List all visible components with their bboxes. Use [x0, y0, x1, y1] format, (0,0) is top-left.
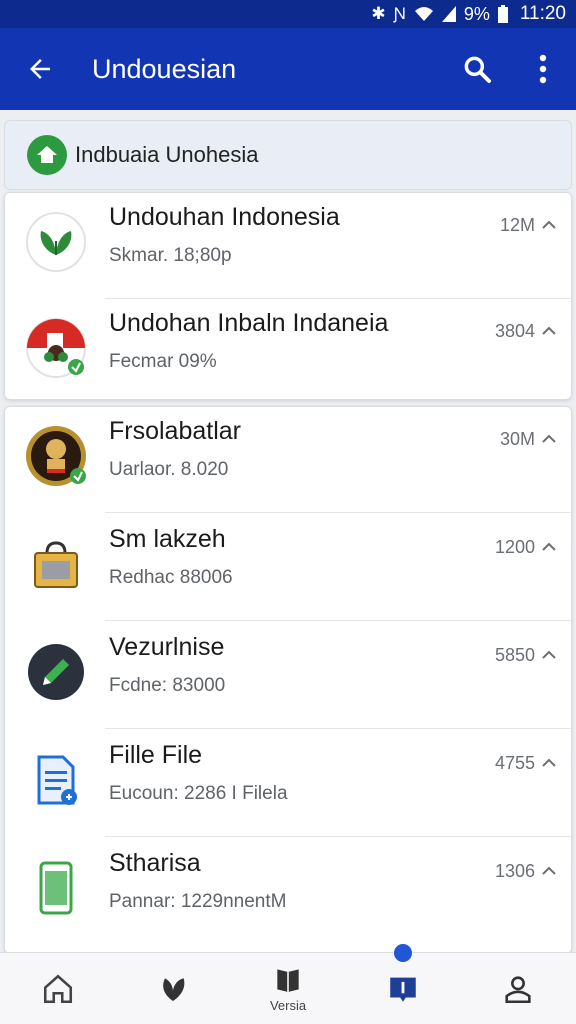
list-item[interactable]: Undouhan Indonesia Skmar. 18;80p 12M: [5, 193, 571, 299]
leaf-nav-icon: [162, 977, 185, 1001]
item-title: Vezurlnise: [109, 633, 225, 661]
arrow-left-icon: [30, 59, 50, 79]
page-title: Undouesian: [92, 53, 237, 84]
list-item[interactable]: Undohan Inbaln Indaneia Fecmar 09% 3804: [5, 299, 571, 405]
leaf-icon: [25, 211, 87, 273]
nav-home[interactable]: [0, 953, 115, 1024]
battery-percent: 9%: [463, 3, 490, 24]
more-options-button[interactable]: [510, 28, 576, 110]
bag-icon: [25, 533, 87, 595]
phone-icon: [25, 857, 87, 919]
garuda-icon: [25, 425, 87, 487]
item-subtitle: Uarlaor. 8.020: [109, 459, 229, 480]
chevron-up-icon[interactable]: [539, 429, 559, 449]
nav-leaf[interactable]: [115, 953, 230, 1024]
chevron-up-icon[interactable]: [539, 537, 559, 557]
banner-label: Indbuaia Unohesia: [75, 142, 259, 167]
list-item[interactable]: Vezurlnise Fcdne: 83000 5850: [5, 623, 571, 729]
search-icon: [464, 56, 491, 83]
item-title: Fille File: [109, 741, 203, 769]
item-size: 1200: [494, 537, 535, 557]
item-title: Undohan Inbaln Indaneia: [109, 309, 389, 337]
chevron-up-icon[interactable]: [539, 215, 559, 235]
chevron-up-icon[interactable]: [539, 753, 559, 773]
wifi-icon: [414, 7, 433, 21]
badge-icon: [390, 977, 416, 1002]
home-outline-icon: [43, 974, 72, 1003]
chevron-up-icon[interactable]: [539, 645, 559, 665]
item-subtitle: Pannar: 1229nnentM: [109, 891, 287, 912]
list-item[interactable]: Stharisa Pannar: 1229nnentM 1306: [5, 839, 571, 945]
chevron-up-icon[interactable]: [539, 861, 559, 881]
divider: [105, 836, 571, 837]
chevron-up-icon[interactable]: [539, 321, 559, 341]
item-title: Frsolabatlar: [109, 417, 241, 445]
item-subtitle: Fcdne: 83000: [109, 675, 226, 696]
search-button[interactable]: [444, 28, 510, 110]
item-subtitle: Eucoun: 2286 I Filela: [109, 783, 288, 804]
person-icon: [505, 975, 532, 1003]
list-item[interactable]: Sm lakzeh Redhac 88006 1200: [5, 515, 571, 621]
item-title: Undouhan Indonesia: [109, 203, 340, 231]
item-title: Stharisa: [109, 849, 201, 877]
nav-versia[interactable]: Versia: [230, 953, 345, 1024]
status-time: 11:20: [519, 3, 566, 24]
edit-icon: [25, 641, 87, 703]
item-size: 5850: [494, 645, 535, 665]
section-banner[interactable]: Indbuaia Unohesia: [4, 120, 572, 190]
divider: [105, 512, 571, 513]
item-subtitle: Fecmar 09%: [109, 351, 217, 372]
battery-icon: [497, 5, 508, 23]
back-button[interactable]: [0, 28, 80, 110]
nav-badge[interactable]: [346, 944, 461, 1024]
divider: [105, 728, 571, 729]
app-bar: Undouesian: [0, 28, 576, 110]
active-indicator-dot: [394, 944, 413, 962]
list-item[interactable]: Frsolabatlar Uarlaor. 8.020 30M: [5, 407, 571, 513]
bluetooth-icon: ✱: [371, 4, 386, 23]
more-vert-icon: [539, 54, 547, 84]
item-size: 30M: [499, 429, 535, 449]
divider: [105, 620, 571, 621]
item-size: 4755: [494, 753, 535, 773]
signal-icon: [441, 6, 456, 22]
item-subtitle: Skmar. 18;80p: [109, 245, 232, 266]
item-size: 3804: [494, 321, 535, 341]
download-group-2: Frsolabatlar Uarlaor. 8.020 30M Sm lakze…: [4, 406, 572, 954]
nav-label: Versia: [269, 998, 307, 1013]
list-item[interactable]: Fille File Eucoun: 2286 I Filela 4755: [5, 731, 571, 837]
book-icon: [277, 969, 299, 992]
bottom-navigation: Versia: [0, 944, 576, 1024]
nav-profile[interactable]: [461, 953, 576, 1024]
item-size: 12M: [499, 215, 535, 235]
item-subtitle: Redhac 88006: [109, 567, 233, 588]
document-icon: [25, 749, 87, 811]
status-bar: ✱ Ɲ 9% 11:20: [0, 0, 576, 28]
item-title: Sm lakzeh: [109, 525, 226, 553]
item-size: 1306: [494, 861, 535, 881]
nfc-icon: Ɲ: [393, 4, 406, 23]
download-group-1: Undouhan Indonesia Skmar. 18;80p 12M Und…: [4, 192, 572, 400]
flag-icon: [25, 317, 87, 379]
home-icon: [27, 135, 67, 175]
